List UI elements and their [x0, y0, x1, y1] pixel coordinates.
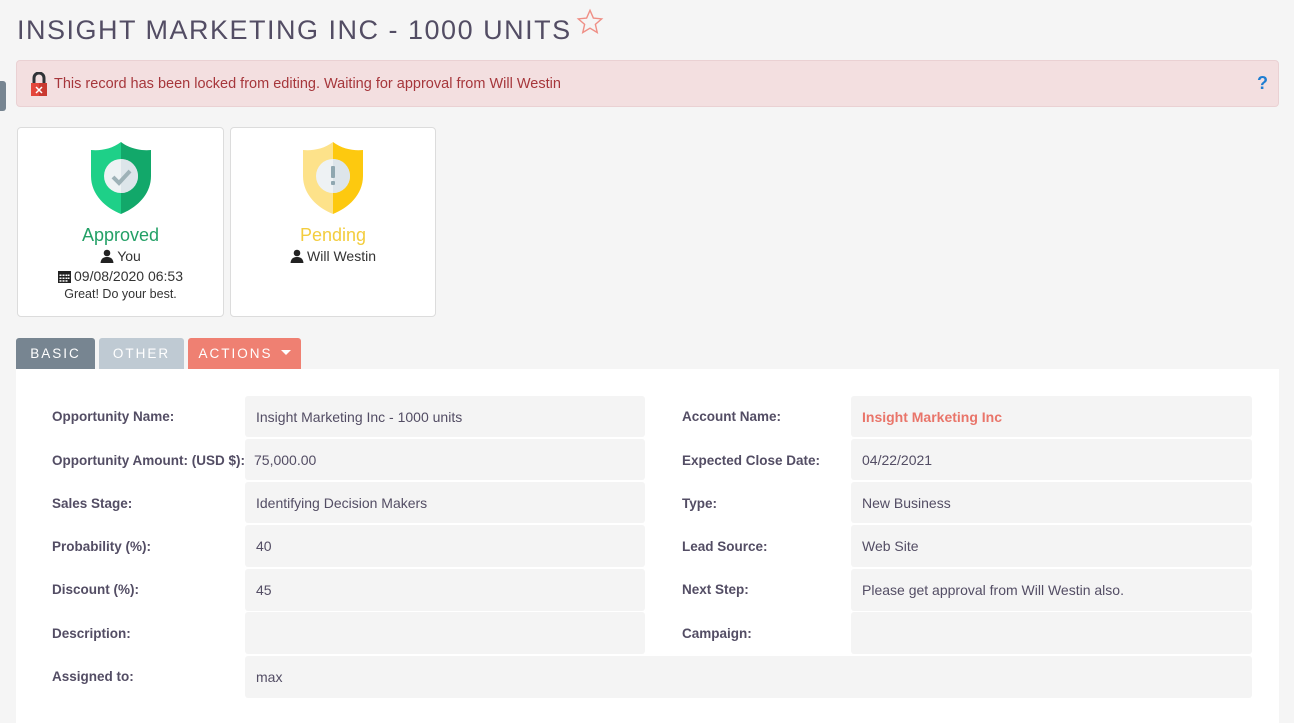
account-name-label: Account Name: [682, 409, 782, 424]
expected-close-date-value: 04/22/2021 [851, 439, 1252, 480]
approval-card-approved: Approved You 09/08/2020 06:53 Great! Do … [17, 127, 224, 317]
approval-comment: Great! Do your best. [64, 287, 177, 301]
status-approved-label: Approved [81, 225, 160, 245]
probability-label: Probability (%): [52, 539, 152, 554]
actions-label: ACTIONS [198, 346, 273, 361]
detail-panel: Opportunity Name: Insight Marketing Inc … [16, 369, 1279, 723]
tab-basic[interactable]: BASIC [16, 338, 95, 369]
detail-tabs: BASIC OTHER ACTIONS [16, 338, 301, 369]
shield-exclamation-icon [303, 142, 363, 214]
assigned-to-value: max [245, 656, 1252, 698]
description-value [245, 612, 645, 654]
user-icon [290, 249, 304, 263]
approval-cards: Approved You 09/08/2020 06:53 Great! Do … [17, 127, 436, 317]
shield-check-icon [90, 142, 151, 214]
tab-other[interactable]: OTHER [99, 338, 184, 369]
opportunity-amount-value: 75,000.00 [245, 439, 645, 480]
alert-message: This record has been locked from editing… [54, 75, 561, 92]
sales-stage-label: Sales Stage: [52, 496, 133, 511]
caret-down-icon [280, 350, 291, 355]
status-pending-label: Pending [299, 225, 367, 245]
opportunity-name-value: Insight Marketing Inc - 1000 units [245, 396, 645, 437]
probability-value: 40 [245, 525, 645, 567]
lock-icon [31, 71, 47, 96]
help-icon[interactable]: ? [1257, 73, 1268, 94]
expected-close-date-label: Expected Close Date: [682, 453, 821, 468]
favorite-star-icon[interactable] [576, 8, 604, 36]
approval-datetime: 09/08/2020 06:53 [58, 266, 183, 286]
campaign-label: Campaign: [682, 626, 752, 641]
sidebar-toggle-handle[interactable] [0, 81, 6, 111]
page-title: INSIGHT MARKETING INC - 1000 UNITS [17, 15, 572, 45]
calendar-icon [58, 270, 71, 283]
user-icon [100, 249, 114, 263]
next-step-label: Next Step: [682, 582, 749, 597]
approver-user: You [100, 246, 141, 266]
next-step-value: Please get approval from Will Westin als… [851, 569, 1252, 611]
discount-value: 45 [245, 569, 645, 611]
discount-label: Discount (%): [52, 582, 139, 597]
page-header: INSIGHT MARKETING INC - 1000 UNITS [17, 8, 604, 52]
actions-dropdown[interactable]: ACTIONS [188, 338, 301, 369]
assigned-to-label: Assigned to: [52, 669, 134, 684]
approval-card-pending: Pending Will Westin [230, 127, 436, 317]
account-name-link[interactable]: Insight Marketing Inc [851, 396, 1252, 437]
approver-user: Will Westin [290, 246, 376, 266]
type-label: Type: [682, 496, 718, 511]
sales-stage-value: Identifying Decision Makers [245, 482, 645, 523]
record-locked-alert: This record has been locked from editing… [16, 60, 1279, 107]
lead-source-label: Lead Source: [682, 539, 768, 554]
opportunity-name-label: Opportunity Name: [52, 409, 175, 424]
lead-source-value: Web Site [851, 525, 1252, 567]
opportunity-amount-label: Opportunity Amount: (USD $): [52, 453, 245, 468]
description-label: Description: [52, 626, 131, 641]
campaign-value [851, 612, 1252, 654]
type-value: New Business [851, 482, 1252, 523]
